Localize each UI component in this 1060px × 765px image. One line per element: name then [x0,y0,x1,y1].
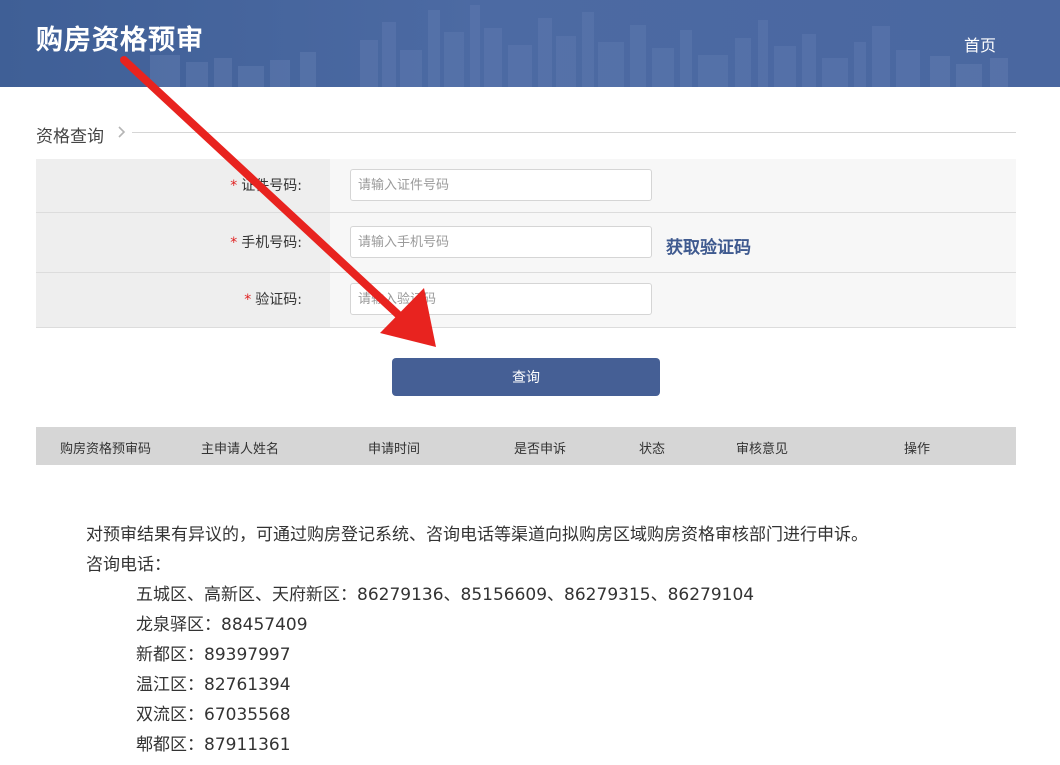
get-verification-code-link[interactable]: 获取验证码 [666,233,751,258]
hotline-area: 郫都区： [136,735,204,755]
hotline-item: 新都区：89397997 [86,640,1016,670]
chevron-right-icon [118,126,126,138]
column-header-review-opinion: 审核意见 [736,442,789,457]
section-heading: 资格查询 [36,120,1016,147]
verification-code-field-cell [330,273,1016,327]
required-mark: * [230,235,238,251]
phone-label: * 手机号码: [36,213,330,272]
column-header-status: 状态 [639,442,666,457]
column-header-apply-time: 申请时间 [368,442,421,457]
hotline-area: 温江区： [136,675,204,695]
column-header-appealed: 是否申诉 [514,442,567,457]
hotline-area: 双流区： [136,705,204,725]
hotline-numbers: 87911361 [204,735,291,755]
id-number-label: * 证件号码: [36,159,330,212]
hotline-numbers: 82761394 [204,675,291,695]
id-number-label-text: 证件号码: [241,178,302,194]
site-header: 购房资格预审 首页 [0,0,1060,87]
phone-input[interactable] [350,226,652,258]
required-mark: * [244,292,252,308]
column-header-prequal-code: 购房资格预审码 [60,442,152,457]
column-header-applicant-name: 主申请人姓名 [201,442,280,457]
appeal-notice: 对预审结果有异议的，可通过购房登记系统、咨询电话等渠道向拟购房区域购房资格审核部… [86,520,1016,760]
hotline-item: 郫都区：87911361 [86,730,1016,760]
form-row-verification-code: * 验证码: [36,273,1016,328]
appeal-text: 对预审结果有异议的，可通过购房登记系统、咨询电话等渠道向拟购房区域购房资格审核部… [86,525,868,545]
hotline-numbers: 88457409 [221,615,308,635]
query-button[interactable]: 查询 [392,358,660,396]
hotline-item: 龙泉驿区：88457409 [86,610,1016,640]
home-link[interactable]: 首页 [964,32,996,56]
qualification-query-form: *证件号码: *手机号码: 获取验证码 *验证码: [36,159,1016,328]
site-title: 购房资格预审 [36,25,204,56]
section-title: 资格查询 [36,127,104,147]
hotline-area: 龙泉驿区： [136,615,221,635]
hotline-heading: 咨询电话： [86,555,171,575]
phone-label-text: 手机号码: [241,235,302,251]
section-divider [132,132,1016,133]
phone-field-cell: 获取验证码 [330,213,1016,272]
hotline-numbers: 67035568 [204,705,291,725]
verification-code-label-text: 验证码: [255,292,302,308]
hotline-item: 五城区、高新区、天府新区：86279136、85156609、86279315、… [86,580,1016,610]
form-row-id-number: * 证件号码: [36,159,1016,213]
hotline-area: 五城区、高新区、天府新区： [136,585,357,605]
form-row-phone: *手机号码: 获取验证码 [36,213,1016,273]
id-number-field-cell [330,159,1016,212]
required-mark: * [230,178,238,194]
column-header-actions: 操作 [904,442,931,457]
id-number-input[interactable] [350,169,652,201]
hotline-item: 温江区：82761394 [86,670,1016,700]
results-table-header: 购房资格预审码 主申请人姓名 申请时间 是否申诉 状态 审核意见 操作 [36,427,1016,465]
hotline-item: 双流区：67035568 [86,700,1016,730]
hotline-numbers: 89397997 [204,645,291,665]
verification-code-label: * 验证码: [36,273,330,327]
hotline-area: 新都区： [136,645,204,665]
hotline-numbers: 86279136、85156609、86279315、86279104 [357,585,755,605]
verification-code-input[interactable] [350,283,652,315]
